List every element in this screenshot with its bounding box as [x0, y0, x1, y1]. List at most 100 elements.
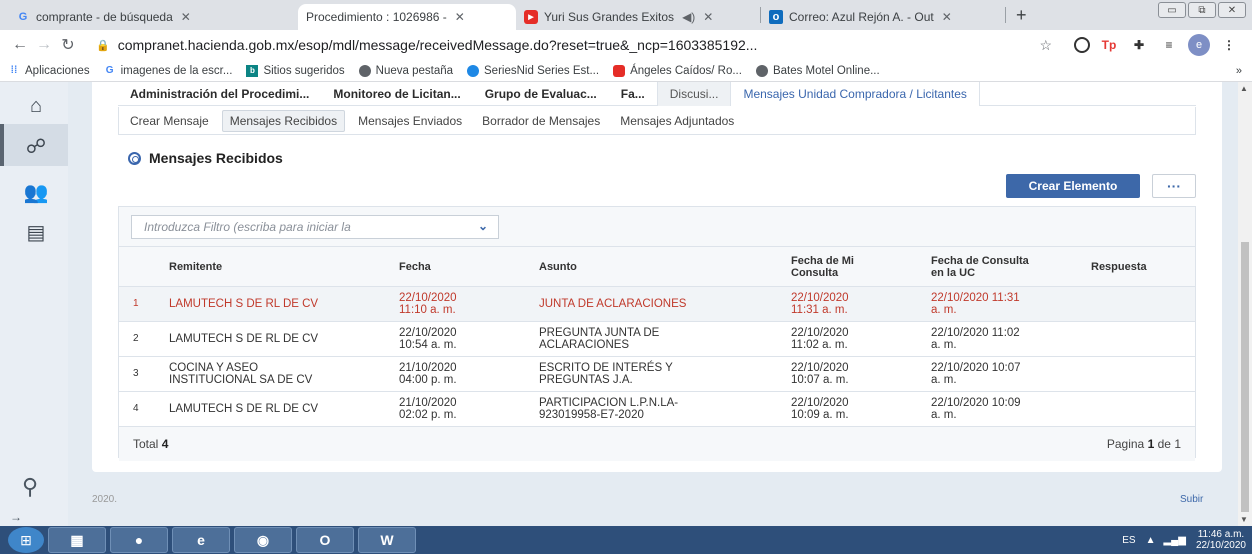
row-number: 4 — [133, 403, 139, 414]
clock-time: 11:46 a.m. — [1197, 529, 1245, 540]
bookmark-item[interactable]: Bates Motel Online... — [755, 64, 880, 77]
bookmark-item[interactable]: Nueva pestaña — [358, 64, 453, 77]
cell-line: LAMUTECH S DE RL DE CV — [169, 298, 319, 310]
browser-tab[interactable]: o Correo: Azul Rejón A. - Out ✕ — [761, 4, 1005, 30]
scroll-up-icon[interactable]: ▲ — [1240, 84, 1248, 93]
word-icon[interactable]: W — [358, 527, 416, 553]
signal-icon[interactable]: ▂▄▆ — [1163, 535, 1185, 546]
table-row[interactable]: 3 COCINA Y ASEO INSTITUCIONAL SA DE CV 21… — [119, 357, 1195, 392]
expand-arrow-icon[interactable]: → — [10, 510, 22, 524]
chevron-down-icon[interactable]: ⌄ — [478, 219, 488, 233]
browser-tab-active[interactable]: Procedimiento : 1026986 - ✕ — [298, 4, 516, 30]
subtab-adjuntados[interactable]: Mensajes Adjuntados — [613, 111, 741, 131]
browser-tab[interactable]: G comprante - de búsqueda ✕ — [8, 4, 298, 30]
firefox-icon[interactable]: ● — [110, 527, 168, 553]
documents-icon[interactable]: ▤ — [24, 220, 48, 244]
cell-line: 11:10 a. m. — [399, 304, 456, 316]
tab-administracion[interactable]: Administración del Procedimi... — [118, 82, 321, 106]
cell-remitente[interactable]: LAMUTECH S DE RL DE CV — [159, 403, 399, 415]
filter-input[interactable]: Introduzca Filtro (escriba para iniciar … — [131, 215, 499, 239]
subtab-crear-mensaje[interactable]: Crear Mensaje — [123, 111, 216, 131]
avatar[interactable]: e — [1188, 34, 1210, 56]
close-icon[interactable]: ✕ — [942, 10, 952, 24]
scroll-thumb[interactable] — [1241, 242, 1249, 512]
chrome-icon[interactable]: ◉ — [234, 527, 292, 553]
col-fecha-mi-consulta[interactable]: Fecha de Mi Consulta — [791, 255, 931, 279]
audio-icon[interactable]: ◀) — [682, 10, 695, 24]
language-indicator[interactable]: ES — [1122, 535, 1135, 546]
bookmark-item[interactable]: ⁞⁞ Aplicaciones — [8, 65, 90, 77]
start-button[interactable]: ⊞ — [8, 527, 44, 553]
search-icon[interactable]: ⚲ — [22, 474, 38, 500]
google-icon: G — [18, 11, 28, 23]
cell-fecha: 22/10/2020 10:54 a. m. — [399, 327, 539, 351]
page-scrollbar[interactable]: ▲ ▼ — [1238, 82, 1252, 526]
cell-remitente[interactable]: COCINA Y ASEO INSTITUCIONAL SA DE CV — [159, 362, 399, 386]
handshake-icon[interactable]: ☍ — [24, 134, 48, 158]
tp-extension-icon[interactable]: Tp — [1098, 34, 1120, 56]
pagination: Pagina 1 de 1 — [1107, 437, 1181, 451]
star-icon[interactable]: ☆ — [1039, 37, 1052, 54]
close-icon[interactable]: ✕ — [455, 10, 465, 24]
browser-tab-strip: G comprante - de búsqueda ✕ Procedimient… — [0, 0, 1252, 30]
home-icon[interactable]: ⌂ — [24, 94, 48, 118]
tab-label: Yuri Sus Grandes Exitos — [544, 10, 675, 24]
col-asunto[interactable]: Asunto — [539, 261, 791, 273]
minimize-icon[interactable]: ▭ — [1158, 2, 1186, 18]
tab-monitoreo[interactable]: Monitoreo de Licitan... — [321, 82, 472, 106]
bookmark-item[interactable]: SeriesNid Series Est... — [467, 64, 599, 77]
col-remitente[interactable]: Remitente — [159, 261, 399, 273]
bookmark-item[interactable]: Gimagenes de la escr... — [104, 65, 233, 77]
outlook-icon[interactable]: O — [296, 527, 354, 553]
users-icon[interactable]: 👥 — [24, 180, 49, 204]
close-icon[interactable]: ✕ — [181, 10, 191, 24]
reload-icon[interactable]: ↻ — [56, 35, 80, 55]
tab-grupo-evaluacion[interactable]: Grupo de Evaluac... — [473, 82, 609, 106]
browser-tab[interactable]: ▶ Yuri Sus Grandes Exitos ◀) ✕ — [516, 4, 760, 30]
puzzle-icon[interactable]: ✚ — [1128, 34, 1150, 56]
new-tab-button[interactable]: + — [1006, 5, 1037, 26]
tab-mensajes[interactable]: Mensajes Unidad Compradora / Licitantes — [730, 82, 980, 106]
maximize-icon[interactable]: ⧉ — [1188, 2, 1216, 18]
cell-asunto[interactable]: JUNTA DE ACLARACIONES — [539, 298, 791, 310]
cell-asunto[interactable]: ESCRITO DE INTERÉS Y PREGUNTAS J.A. — [539, 362, 791, 386]
close-window-icon[interactable]: ✕ — [1218, 2, 1246, 18]
extension-icon[interactable] — [1074, 37, 1090, 53]
table-row[interactable]: 2 LAMUTECH S DE RL DE CV 22/10/2020 10:54… — [119, 322, 1195, 357]
cell-line: LAMUTECH S DE RL DE CV — [169, 333, 319, 345]
bookmark-label: imagenes de la escr... — [120, 64, 233, 77]
col-respuesta[interactable]: Respuesta — [1091, 261, 1191, 273]
back-icon[interactable]: ← — [8, 36, 32, 54]
bookmark-item[interactable]: Ángeles Caídos/ Ro... — [613, 64, 742, 77]
cell-remitente[interactable]: LAMUTECH S DE RL DE CV — [159, 298, 399, 310]
clock[interactable]: 11:46 a.m. 22/10/2020 — [1196, 529, 1246, 551]
address-bar[interactable]: 🔒 compranet.hacienda.gob.mx/esop/mdl/mes… — [88, 33, 1060, 57]
cell-asunto[interactable]: PARTICIPACION L.P.N.LA- 923019958-E7-2020 — [539, 397, 791, 421]
table-row[interactable]: 1 LAMUTECH S DE RL DE CV 22/10/2020 11:10… — [119, 287, 1195, 322]
subtab-borrador[interactable]: Borrador de Mensajes — [475, 111, 607, 131]
col-fecha-consulta-uc[interactable]: Fecha de Consulta en la UC — [931, 255, 1091, 279]
tab-discusion[interactable]: Discusi... — [656, 82, 731, 106]
subtab-mensajes-enviados[interactable]: Mensajes Enviados — [351, 111, 469, 131]
create-element-button[interactable]: Crear Elemento — [1006, 174, 1140, 198]
more-options-button[interactable]: ··· — [1152, 174, 1196, 198]
forward-icon[interactable]: → — [32, 36, 56, 54]
cell-asunto[interactable]: PREGUNTA JUNTA DE ACLARACIONES — [539, 327, 791, 351]
tray-arrow-icon[interactable]: ▲ — [1146, 535, 1156, 546]
close-icon[interactable]: ✕ — [703, 10, 713, 24]
cell-line: 02:02 p. m. — [399, 409, 457, 421]
cell-remitente[interactable]: LAMUTECH S DE RL DE CV — [159, 333, 399, 345]
bookmark-label: Aplicaciones — [25, 64, 90, 77]
file-explorer-icon[interactable]: ▦ — [48, 527, 106, 553]
more-bookmarks-icon[interactable]: » — [1236, 65, 1242, 77]
bookmark-item[interactable]: b Sitios sugeridos — [246, 64, 345, 77]
tab-fa[interactable]: Fa... — [609, 82, 657, 106]
menu-icon[interactable]: ⋮ — [1218, 34, 1240, 56]
table-row[interactable]: 4 LAMUTECH S DE RL DE CV 21/10/2020 02:02… — [119, 392, 1195, 427]
playlist-icon[interactable]: ≡ — [1158, 34, 1180, 56]
back-to-top-link[interactable]: Subir — [1180, 494, 1203, 505]
subtab-mensajes-recibidos[interactable]: Mensajes Recibidos — [221, 109, 346, 132]
ie-icon[interactable]: e — [172, 527, 230, 553]
scroll-down-icon[interactable]: ▼ — [1240, 515, 1248, 524]
col-fecha[interactable]: Fecha — [399, 261, 539, 273]
